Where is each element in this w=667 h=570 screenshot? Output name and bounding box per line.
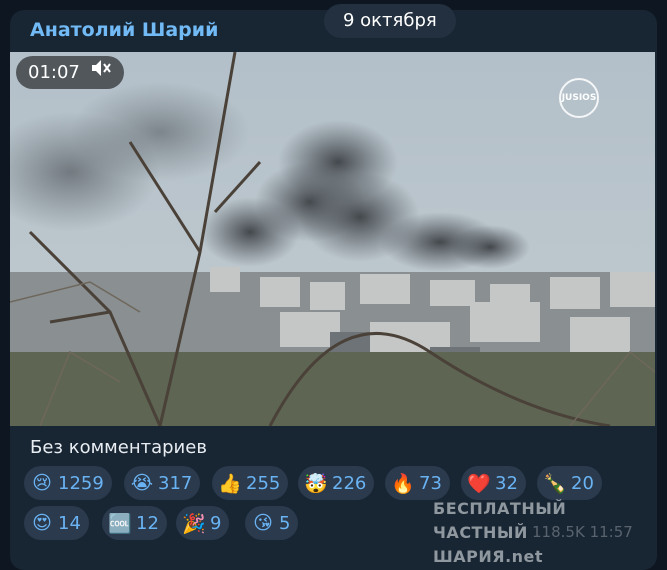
- message-meta: 118.5K 11:57: [532, 523, 633, 541]
- reaction-count: 32: [495, 472, 518, 494]
- thumbs-up-icon: 👍: [218, 472, 242, 495]
- reaction-sobbing[interactable]: 😭 317: [124, 466, 201, 500]
- reaction-heart[interactable]: ❤️ 32: [461, 466, 526, 500]
- video-watermark: JUSIOS: [559, 78, 599, 118]
- heart-eyes-icon: 😍: [32, 512, 52, 534]
- kissing-face-icon: 😘: [253, 512, 273, 534]
- reaction-count: 5: [279, 512, 291, 534]
- heart-icon: ❤️: [467, 472, 491, 495]
- video-duration: 01:07: [28, 62, 80, 83]
- reaction-kiss[interactable]: 😘 5: [245, 506, 299, 540]
- reaction-fire[interactable]: 🔥 73: [385, 466, 450, 500]
- reaction-exploding-head[interactable]: 🤯 226: [298, 466, 375, 500]
- reaction-count: 226: [332, 472, 367, 494]
- sobbing-face-icon: 😭: [130, 472, 154, 494]
- cool-icon: 🆒: [108, 512, 132, 535]
- reaction-count: 1259: [58, 472, 104, 494]
- view-count: 118.5K: [532, 523, 585, 541]
- champagne-icon: 🍾: [543, 472, 567, 495]
- watermark-line-2: ШАРИЯ.net: [433, 547, 544, 566]
- crying-face-icon: 😢: [32, 472, 52, 494]
- reaction-thumbs-up[interactable]: 👍 255: [212, 466, 289, 500]
- party-popper-icon: 🎉: [182, 512, 206, 535]
- reaction-heart-eyes[interactable]: 😍 14: [24, 506, 89, 540]
- date-badge: 9 октября: [324, 4, 456, 38]
- reaction-count: 12: [136, 512, 159, 534]
- reaction-crying[interactable]: 😢 1259: [24, 466, 112, 500]
- video-player[interactable]: [10, 52, 655, 426]
- reaction-count: 317: [158, 472, 193, 494]
- video-frame: [10, 52, 655, 426]
- reaction-count: 255: [246, 472, 281, 494]
- fire-icon: 🔥: [391, 472, 415, 495]
- mute-icon[interactable]: [90, 56, 112, 89]
- reaction-champagne[interactable]: 🍾 20: [537, 466, 602, 500]
- reaction-cool[interactable]: 🆒 12: [102, 506, 167, 540]
- channel-name[interactable]: Анатолий Шарий: [30, 19, 218, 41]
- video-duration-badge[interactable]: 01:07: [16, 56, 124, 89]
- reaction-count: 73: [419, 472, 442, 494]
- message-time: 11:57: [589, 523, 633, 541]
- message-caption: Без комментариев: [30, 437, 207, 458]
- reaction-count: 20: [571, 472, 594, 494]
- reaction-count: 14: [58, 512, 81, 534]
- exploding-head-icon: 🤯: [304, 472, 328, 495]
- reaction-count: 9: [210, 512, 222, 534]
- reaction-party[interactable]: 🎉 9: [176, 506, 230, 540]
